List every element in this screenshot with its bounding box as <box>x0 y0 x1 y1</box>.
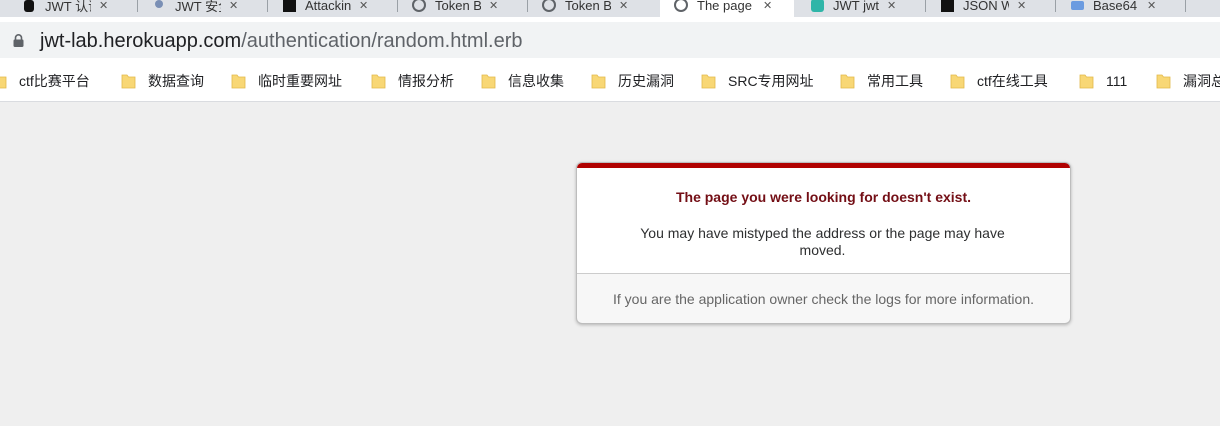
user-favicon-icon <box>155 0 163 8</box>
apple-favicon-icon <box>24 0 34 12</box>
close-icon[interactable]: ✕ <box>619 0 628 12</box>
error-dialog: The page you were looking for doesn't ex… <box>576 162 1071 324</box>
globe-favicon-icon <box>412 0 426 12</box>
close-icon[interactable]: ✕ <box>887 0 896 12</box>
bookmark-label: 数据查询 <box>148 73 204 89</box>
tab-title: JWT 认证 <box>45 0 91 14</box>
close-icon[interactable]: ✕ <box>359 0 368 12</box>
bookmark-label: 情报分析 <box>398 73 454 89</box>
bookmark-folder[interactable]: 历史漏洞 <box>591 71 674 91</box>
bookmark-label: 常用工具 <box>867 73 923 89</box>
bookmark-folder[interactable]: SRC专用网址 <box>701 71 814 91</box>
tab-jwt-security[interactable]: JWT 安全 ✕ <box>138 0 266 17</box>
bookmark-label: 临时重要网址 <box>258 73 342 89</box>
tab-attacking[interactable]: Attacking ✕ <box>268 0 396 17</box>
folder-icon <box>1079 74 1094 88</box>
tab-title: Token B <box>565 0 611 13</box>
tab-title: Attacking <box>305 0 351 13</box>
folder-icon <box>840 74 855 88</box>
error-message: You may have mistyped the address or the… <box>640 225 1005 258</box>
bookmark-label: 历史漏洞 <box>618 73 674 89</box>
dark-favicon-icon <box>283 0 296 12</box>
tab-active-page[interactable]: The page you ✕ <box>660 0 794 17</box>
folder-icon <box>0 76 7 88</box>
tab-jwt-auth[interactable]: JWT 认证 ✕ <box>8 0 136 17</box>
dark-favicon-icon <box>941 0 954 12</box>
bookmark-folder[interactable]: 常用工具 <box>840 71 923 91</box>
tab-title: JSON Web <box>963 0 1009 13</box>
bookmark-folder[interactable]: ctf比赛平台 <box>0 71 90 91</box>
error-dialog-header: The page you were looking for doesn't ex… <box>577 163 1070 274</box>
bookmarks-bar: ctf比赛平台 数据查询 临时重要网址 情报分析 信息收集 历史漏洞 SRC专用… <box>0 62 1220 102</box>
close-icon[interactable]: ✕ <box>489 0 498 12</box>
tab-title: JWT 安全 <box>175 0 221 14</box>
tab-token-2[interactable]: Token B ✕ <box>528 0 658 17</box>
address-bar[interactable]: jwt-lab.herokuapp.com/authentication/ran… <box>0 22 1220 58</box>
bookmark-label: 信息收集 <box>508 73 564 89</box>
tab-title: Token B <box>435 0 481 13</box>
folder-icon <box>701 74 716 88</box>
folder-icon <box>1156 74 1171 88</box>
tab-json-web[interactable]: JSON Web ✕ <box>926 0 1054 17</box>
bookmark-label: SRC专用网址 <box>728 73 814 89</box>
bookmark-folder[interactable]: 111 <box>1079 71 1127 91</box>
bookmark-label: ctf在线工具 <box>977 73 1048 89</box>
bookmark-label: 漏洞总 <box>1183 73 1220 89</box>
bookmark-folder[interactable]: 数据查询 <box>121 71 204 91</box>
close-icon[interactable]: ✕ <box>1147 0 1156 12</box>
tab-title: JWT jwt <box>833 0 879 13</box>
tab-separator <box>1185 0 1186 12</box>
folder-icon <box>591 74 606 88</box>
folder-icon <box>231 74 246 88</box>
tab-title: The page you <box>697 0 755 13</box>
close-icon[interactable]: ✕ <box>1017 0 1026 12</box>
bookmark-label: 111 <box>1106 73 1128 89</box>
url-host: jwt-lab.herokuapp.com <box>40 30 242 52</box>
bookmark-folder[interactable]: ctf在线工具 <box>950 71 1048 91</box>
globe-favicon-icon <box>674 0 688 12</box>
teal-favicon-icon <box>811 0 824 12</box>
browser-toolbar: jwt-lab.herokuapp.com/authentication/ran… <box>0 17 1220 62</box>
close-icon[interactable]: ✕ <box>229 0 238 12</box>
bookmark-label: ctf比赛平台 <box>19 73 90 89</box>
folder-icon <box>950 74 965 88</box>
globe-favicon-icon <box>542 0 556 12</box>
url-path: /authentication/random.html.erb <box>241 30 523 52</box>
blue-favicon-icon <box>1071 1 1084 10</box>
tab-base64[interactable]: Base64 ✕ <box>1056 0 1184 17</box>
bookmark-folder[interactable]: 情报分析 <box>371 71 454 91</box>
tab-title: Base64 <box>1093 0 1138 13</box>
bookmark-folder[interactable]: 临时重要网址 <box>231 71 342 91</box>
url-text[interactable]: jwt-lab.herokuapp.com/authentication/ran… <box>40 30 523 53</box>
bookmark-folder[interactable]: 信息收集 <box>481 71 564 91</box>
folder-icon <box>481 74 496 88</box>
folder-icon <box>121 74 136 88</box>
close-icon[interactable]: ✕ <box>99 0 108 12</box>
tab-jwt-io[interactable]: JWT jwt ✕ <box>796 0 924 17</box>
tab-strip: JWT 认证 ✕ JWT 安全 ✕ Attacking ✕ Token B ✕ … <box>0 0 1220 17</box>
tab-token-1[interactable]: Token B ✕ <box>398 0 526 17</box>
close-icon[interactable]: ✕ <box>763 0 772 12</box>
error-note: If you are the application owner check t… <box>613 291 1034 307</box>
lock-icon[interactable] <box>13 34 24 47</box>
error-title: The page you were looking for doesn't ex… <box>675 189 972 205</box>
folder-icon <box>371 74 386 88</box>
bookmark-folder[interactable]: 漏洞总 <box>1156 71 1220 91</box>
